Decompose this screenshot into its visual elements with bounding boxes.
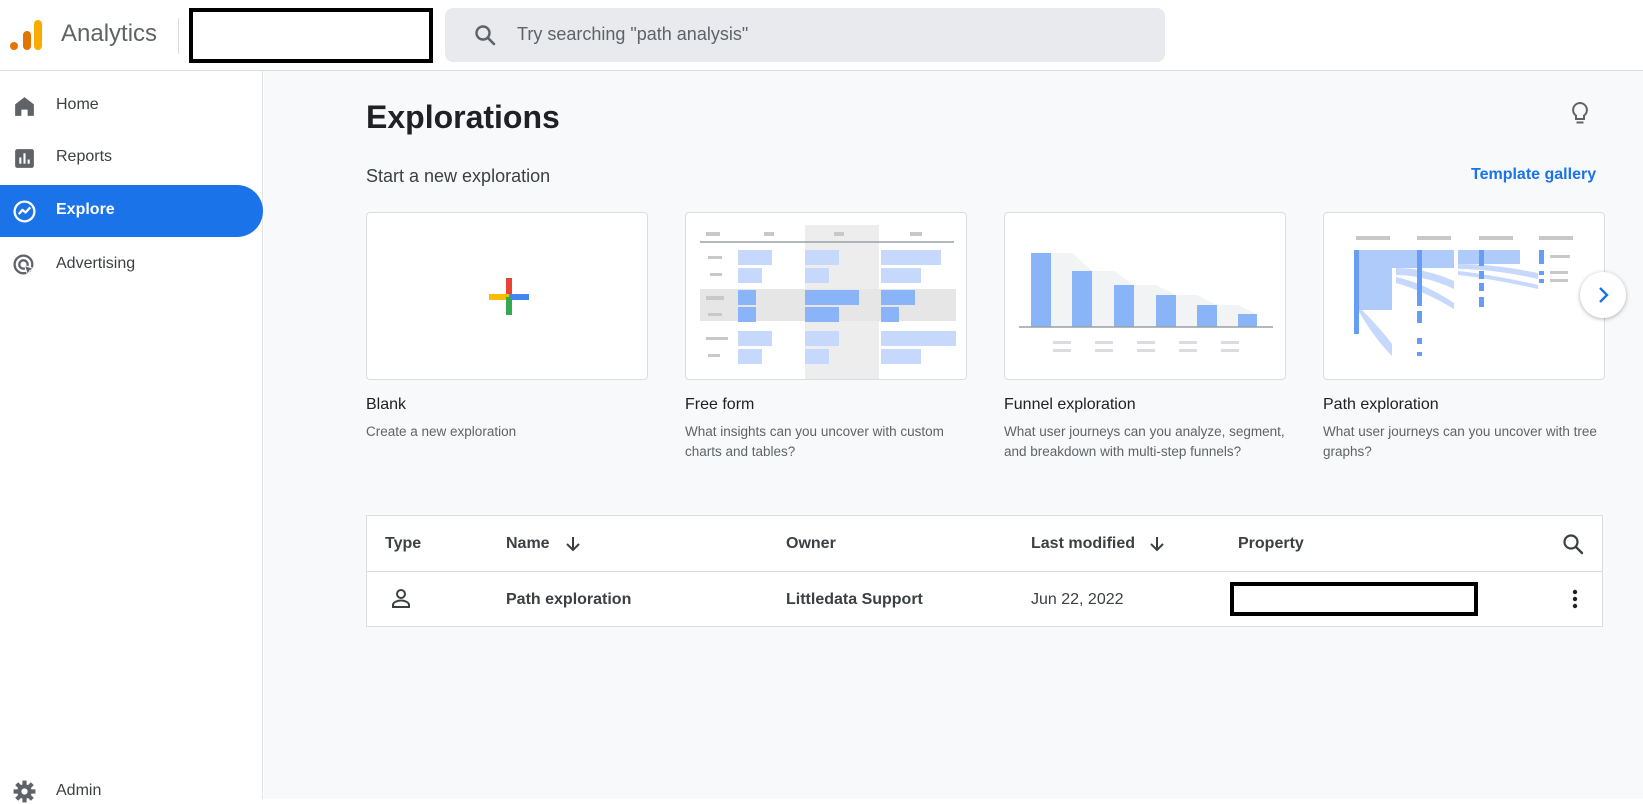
card-blank[interactable]	[366, 212, 648, 380]
gear-icon	[13, 780, 36, 803]
sidebar-item-label: Advertising	[56, 255, 136, 272]
page-title: Explorations	[366, 99, 560, 135]
search-bar[interactable]: Try searching "path analysis"	[445, 8, 1165, 62]
admin-label: Admin	[56, 782, 102, 799]
funnel-illustration	[1019, 253, 1273, 352]
top-app-bar: Analytics Try searching "path analysis"	[0, 0, 1643, 71]
sidebar-item-advertising[interactable]: Advertising	[0, 239, 263, 291]
column-header-property: Property	[1238, 535, 1304, 552]
main-content: Explorations Start a new exploration Tem…	[264, 71, 1643, 799]
column-header-owner[interactable]: Owner	[786, 535, 836, 553]
sidebar-item-label: Explore	[56, 201, 115, 218]
card-title: Path exploration	[1323, 396, 1439, 413]
explore-icon	[13, 200, 36, 223]
card-path-exploration[interactable]	[1323, 212, 1605, 380]
sidebar-item-home[interactable]: Home	[0, 80, 263, 132]
bar-chart-icon	[15, 149, 34, 168]
chevron-right-icon	[1599, 287, 1609, 303]
table-header: Type Name Owner Last modified Property	[367, 516, 1602, 572]
sidebar-item-label: Home	[56, 96, 99, 113]
sort-arrow-down-icon[interactable]	[564, 535, 582, 553]
card-funnel-exploration[interactable]	[1004, 212, 1286, 380]
row-last-modified: Jun 22, 2022	[1031, 591, 1124, 608]
person-icon	[392, 589, 410, 608]
header-divider	[178, 18, 179, 54]
section-subtitle: Start a new exploration	[366, 166, 551, 186]
column-header-type: Type	[385, 535, 422, 552]
card-description: What user journeys can you uncover with …	[1323, 424, 1597, 459]
search-placeholder: Try searching "path analysis"	[517, 24, 749, 44]
table-search-icon[interactable]	[1561, 532, 1585, 556]
card-title: Blank	[366, 396, 407, 413]
home-icon	[15, 97, 34, 116]
analytics-logo-icon[interactable]	[10, 18, 42, 52]
search-icon	[475, 25, 496, 46]
path-illustration	[1354, 236, 1573, 356]
plus-icon	[489, 278, 529, 315]
sort-arrow-down-icon[interactable]	[1148, 535, 1166, 553]
row-name[interactable]: Path exploration	[506, 591, 631, 609]
card-description: What insights can you uncover with custo…	[685, 424, 944, 459]
sidebar-item-label: Reports	[56, 148, 113, 165]
card-description: What user journeys can you analyze, segm…	[1004, 424, 1285, 459]
sidebar: Home Reports Explore Advertising Admin	[0, 71, 263, 803]
template-gallery-link[interactable]: Template gallery	[1471, 166, 1596, 184]
column-header-last-modified[interactable]: Last modified	[1031, 535, 1135, 553]
card-free-form[interactable]	[685, 212, 967, 380]
free-form-illustration	[700, 225, 956, 379]
card-description: Create a new exploration	[366, 424, 517, 439]
lightbulb-icon[interactable]	[1568, 101, 1592, 127]
explorations-table: Type Name Owner Last modified Property P…	[366, 515, 1603, 627]
column-header-name[interactable]: Name	[506, 535, 550, 553]
card-title: Funnel exploration	[1004, 396, 1136, 413]
app-name: Analytics	[61, 20, 158, 47]
row-property-redacted	[1230, 582, 1478, 616]
account-selector[interactable]	[189, 8, 433, 63]
card-title: Free form	[685, 396, 755, 413]
carousel-next-button[interactable]	[1580, 272, 1626, 318]
sidebar-item-reports[interactable]: Reports	[0, 132, 263, 184]
sidebar-item-explore[interactable]: Explore	[0, 185, 263, 237]
table-row[interactable]: Path exploration Littledata Support Jun …	[367, 572, 1602, 627]
row-owner: Littledata Support	[786, 591, 923, 608]
more-vert-icon[interactable]	[1563, 587, 1587, 611]
advertising-icon	[13, 254, 36, 277]
